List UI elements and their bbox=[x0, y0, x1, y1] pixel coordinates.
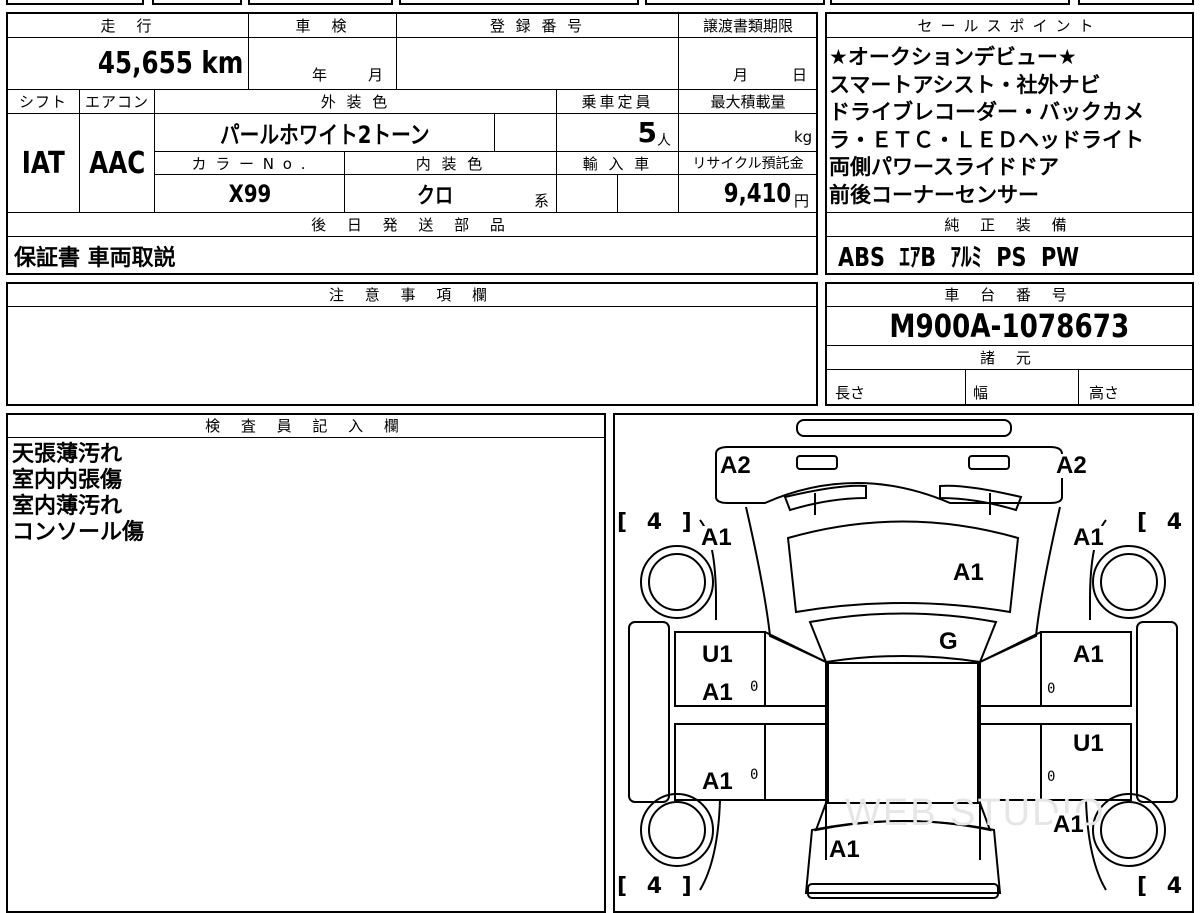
recycle-fee-header: リサイクル預託金 bbox=[692, 156, 804, 172]
tire-bracket-rear-right: [ 4 ] bbox=[1137, 874, 1200, 899]
transfer-month: 月 bbox=[733, 66, 749, 84]
top-strip-cell bbox=[1078, 0, 1194, 5]
capacity-header: 乗車定員 bbox=[581, 93, 654, 111]
interior-color-value: クロ bbox=[416, 183, 454, 209]
damage-mark: A1 bbox=[828, 836, 861, 863]
top-strip-cell bbox=[830, 0, 1070, 5]
damage-mark: U1 bbox=[701, 641, 734, 668]
interior-color-header: 内 装 色 bbox=[415, 154, 486, 173]
spec-length-label: 長さ bbox=[835, 384, 866, 402]
damage-mark: A1 bbox=[701, 679, 734, 706]
equipment-header: 純 正 装 備 bbox=[944, 216, 1075, 234]
spec-width-label: 幅 bbox=[973, 384, 989, 402]
inspector-remark: コンソール傷 bbox=[12, 520, 145, 545]
spec-height-label: 高さ bbox=[1089, 384, 1120, 402]
color-no-value: X99 bbox=[228, 179, 271, 208]
inspection-year: 年 bbox=[312, 66, 328, 84]
max-load-unit: kg bbox=[794, 128, 813, 146]
shift-header: シフト bbox=[18, 93, 67, 111]
damage-mark: A1 bbox=[1072, 641, 1105, 668]
top-strip-cell bbox=[399, 0, 639, 5]
inspector-remark: 室内薄汚れ bbox=[12, 494, 123, 519]
damage-mark: A2 bbox=[1055, 452, 1088, 479]
door-zero-mark: 0 bbox=[750, 679, 759, 695]
tire-bracket-rear-left: [ 4 ] bbox=[617, 874, 698, 899]
inspection-month: 月 bbox=[368, 66, 384, 84]
recycle-fee-value: 9,410 bbox=[723, 178, 791, 209]
color-no-header: カ ラ ー N o . bbox=[191, 154, 308, 173]
damage-mark: A1 bbox=[1072, 524, 1105, 551]
top-strip-cell bbox=[248, 0, 393, 5]
mileage-header: 走 行 bbox=[100, 16, 155, 35]
chassis-header: 車 台 番 号 bbox=[944, 286, 1075, 304]
damage-mark: A2 bbox=[719, 452, 752, 479]
recycle-fee-unit: 円 bbox=[794, 192, 810, 210]
max-load-header: 最大積載量 bbox=[710, 93, 786, 111]
sales-point-line: スマートアシスト・社外ナビ bbox=[829, 72, 1101, 97]
sales-point-line: ラ・ＥＴＣ・ＬＥＤヘッドライト bbox=[829, 127, 1144, 152]
equipment-value: ABS ｴｱB ｱﾙﾐ PS PW bbox=[838, 243, 1080, 273]
registration-header: 登 録 番 号 bbox=[489, 16, 586, 35]
top-strip-cell bbox=[6, 0, 144, 5]
sales-point-line: ★オークションデビュー★ bbox=[829, 45, 1077, 69]
sales-point-line: 前後コーナーセンサー bbox=[829, 182, 1039, 207]
mileage-value: 45,655 km bbox=[97, 46, 243, 81]
sales-points-list: ★オークションデビュー★ スマートアシスト・社外ナビ ドライブレコーダー・バック… bbox=[829, 44, 1191, 209]
shift-value: IAT bbox=[21, 145, 65, 181]
specs-header: 諸 元 bbox=[980, 349, 1039, 367]
ac-value: AAC bbox=[88, 145, 146, 181]
top-strip-cell bbox=[645, 0, 825, 5]
tire-bracket-front-right: [ 4 ] bbox=[1137, 510, 1200, 535]
exterior-color-value: パールホワイト2トーン bbox=[219, 121, 430, 149]
door-zero-mark: 0 bbox=[1047, 681, 1056, 697]
exterior-color-header: 外 装 色 bbox=[320, 93, 391, 111]
interior-color-suffix: 系 bbox=[534, 192, 550, 210]
tire-bracket-front-left: [ 4 ] bbox=[617, 510, 698, 535]
damage-mark: A1 bbox=[952, 559, 985, 586]
inspector-header: 検 査 員 記 入 欄 bbox=[205, 417, 407, 435]
sales-points-header: セールスポイント bbox=[917, 16, 1102, 35]
sales-point-line: 両側パワースライドドア bbox=[829, 155, 1059, 179]
inspection-header: 車 検 bbox=[295, 16, 350, 35]
inspector-remark: 室内内張傷 bbox=[12, 468, 123, 493]
door-zero-mark: 0 bbox=[1047, 769, 1056, 785]
capacity-unit: 人 bbox=[657, 133, 671, 149]
damage-mark: U1 bbox=[1072, 730, 1105, 757]
later-parts-value: 保証書 車両取説 bbox=[14, 245, 176, 271]
damage-mark: A1 bbox=[700, 524, 733, 551]
chassis-number: M900A-1078673 bbox=[889, 307, 1130, 345]
transfer-deadline-header: 譲渡書類期限 bbox=[702, 16, 793, 35]
door-zero-mark: 0 bbox=[750, 767, 759, 783]
import-header: 輸 入 車 bbox=[582, 154, 653, 173]
top-strip-cell bbox=[152, 0, 242, 5]
sales-point-line: ドライブレコーダー・バックカメ bbox=[829, 100, 1144, 124]
notes-header: 注 意 事 項 欄 bbox=[328, 286, 496, 304]
damage-mark: A1 bbox=[701, 768, 734, 795]
later-parts-header: 後 日 発 送 部 品 bbox=[311, 216, 513, 234]
transfer-day: 日 bbox=[792, 66, 808, 84]
ac-header: エアコン bbox=[84, 93, 149, 111]
damage-mark: G bbox=[938, 628, 959, 655]
inspector-remarks: 天張薄汚れ 室内内張傷 室内薄汚れ コンソール傷 bbox=[12, 442, 144, 546]
damage-mark: A1 bbox=[1052, 811, 1085, 838]
inspector-remark: 天張薄汚れ bbox=[12, 442, 123, 467]
capacity-value: 5 bbox=[637, 116, 657, 149]
